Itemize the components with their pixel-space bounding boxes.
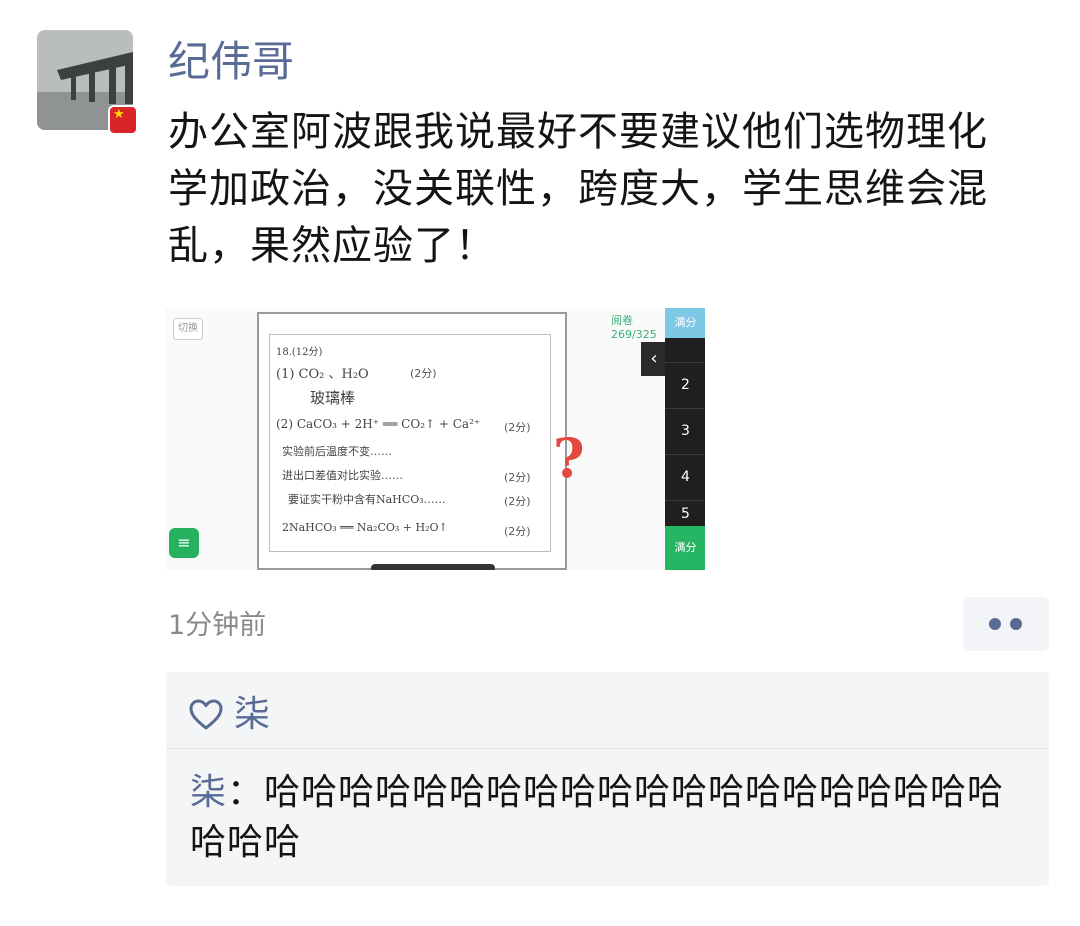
comment-separator: ： bbox=[227, 772, 265, 813]
full-score-top: 满分 bbox=[665, 308, 705, 338]
post-text: 办公室阿波跟我说最好不要建议他们选物理化学加政治，没关联性，跨度大，学生思维会混… bbox=[168, 109, 988, 269]
more-options-button[interactable] bbox=[963, 597, 1049, 651]
post-timestamp: 1分钟前 bbox=[168, 610, 267, 641]
answer-line-4: 实验前后温度不变…… bbox=[282, 445, 392, 458]
question-mark: ? bbox=[553, 426, 585, 490]
answer-line-2: 玻璃棒 bbox=[310, 389, 356, 407]
answer-line-5: 进出口差值对比实验…… bbox=[282, 469, 403, 482]
score-column: 满分 2 3 4 5 满分 bbox=[665, 308, 705, 570]
full-score-bottom: 满分 bbox=[665, 526, 705, 570]
answer-line-1: (1) CO₂ 、H₂O bbox=[276, 367, 369, 382]
side-tag: 切换 bbox=[173, 318, 203, 340]
score-option-5: 5 bbox=[665, 500, 705, 527]
likes-comments-panel: 柒 柒：哈哈哈哈哈哈哈哈哈哈哈哈哈哈哈哈哈哈哈哈哈哈哈 bbox=[166, 672, 1049, 886]
comment[interactable]: 柒：哈哈哈哈哈哈哈哈哈哈哈哈哈哈哈哈哈哈哈哈哈哈哈 bbox=[190, 768, 1030, 868]
score-option-4: 4 bbox=[665, 454, 705, 499]
likes-row: 柒 bbox=[188, 690, 270, 740]
score-1: (2分) bbox=[410, 367, 437, 380]
menu-icon: ≡ bbox=[169, 528, 199, 558]
answer-line-6: 要证实干粉中含有NaHCO₃…… bbox=[288, 493, 446, 506]
answer-line-7: 2NaHCO₃ ══ Na₂CO₃ + H₂O↑ bbox=[282, 521, 448, 534]
comment-text: 哈哈哈哈哈哈哈哈哈哈哈哈哈哈哈哈哈哈哈哈哈哈哈 bbox=[190, 772, 1005, 863]
question-header: 18.(12分) bbox=[276, 347, 323, 358]
china-flag-icon: ★ bbox=[108, 105, 138, 135]
ellipsis-dots-icon bbox=[989, 618, 1001, 630]
score-3: (2分) bbox=[504, 471, 531, 484]
grading-progress-label: 阅卷 269/325 bbox=[611, 314, 657, 341]
ellipsis-dot bbox=[1010, 618, 1022, 630]
heart-outline-icon bbox=[189, 699, 223, 730]
score-5: (2分) bbox=[504, 525, 531, 538]
score-2: (2分) bbox=[504, 421, 531, 434]
image-bottom-bar bbox=[371, 564, 495, 570]
post-author-name[interactable]: 纪伟哥 bbox=[168, 36, 294, 88]
post-image[interactable]: 切换 ≡ 18.(12分) (1) CO₂ 、H₂O (2分) 玻璃棒 (2) … bbox=[165, 308, 705, 570]
score-option-2: 2 bbox=[665, 362, 705, 407]
chevron-left-icon: ‹ bbox=[641, 342, 667, 376]
like-user-name[interactable]: 柒 bbox=[234, 691, 270, 739]
answer-line-3: (2) CaCO₃ + 2H⁺ ══ CO₂↑ + Ca²⁺ bbox=[276, 417, 481, 431]
score-option-3: 3 bbox=[665, 408, 705, 453]
comment-author[interactable]: 柒 bbox=[190, 772, 227, 813]
score-4: (2分) bbox=[504, 495, 531, 508]
answer-sheet: 18.(12分) (1) CO₂ 、H₂O (2分) 玻璃棒 (2) CaCO₃… bbox=[257, 312, 567, 570]
divider bbox=[166, 748, 1049, 749]
